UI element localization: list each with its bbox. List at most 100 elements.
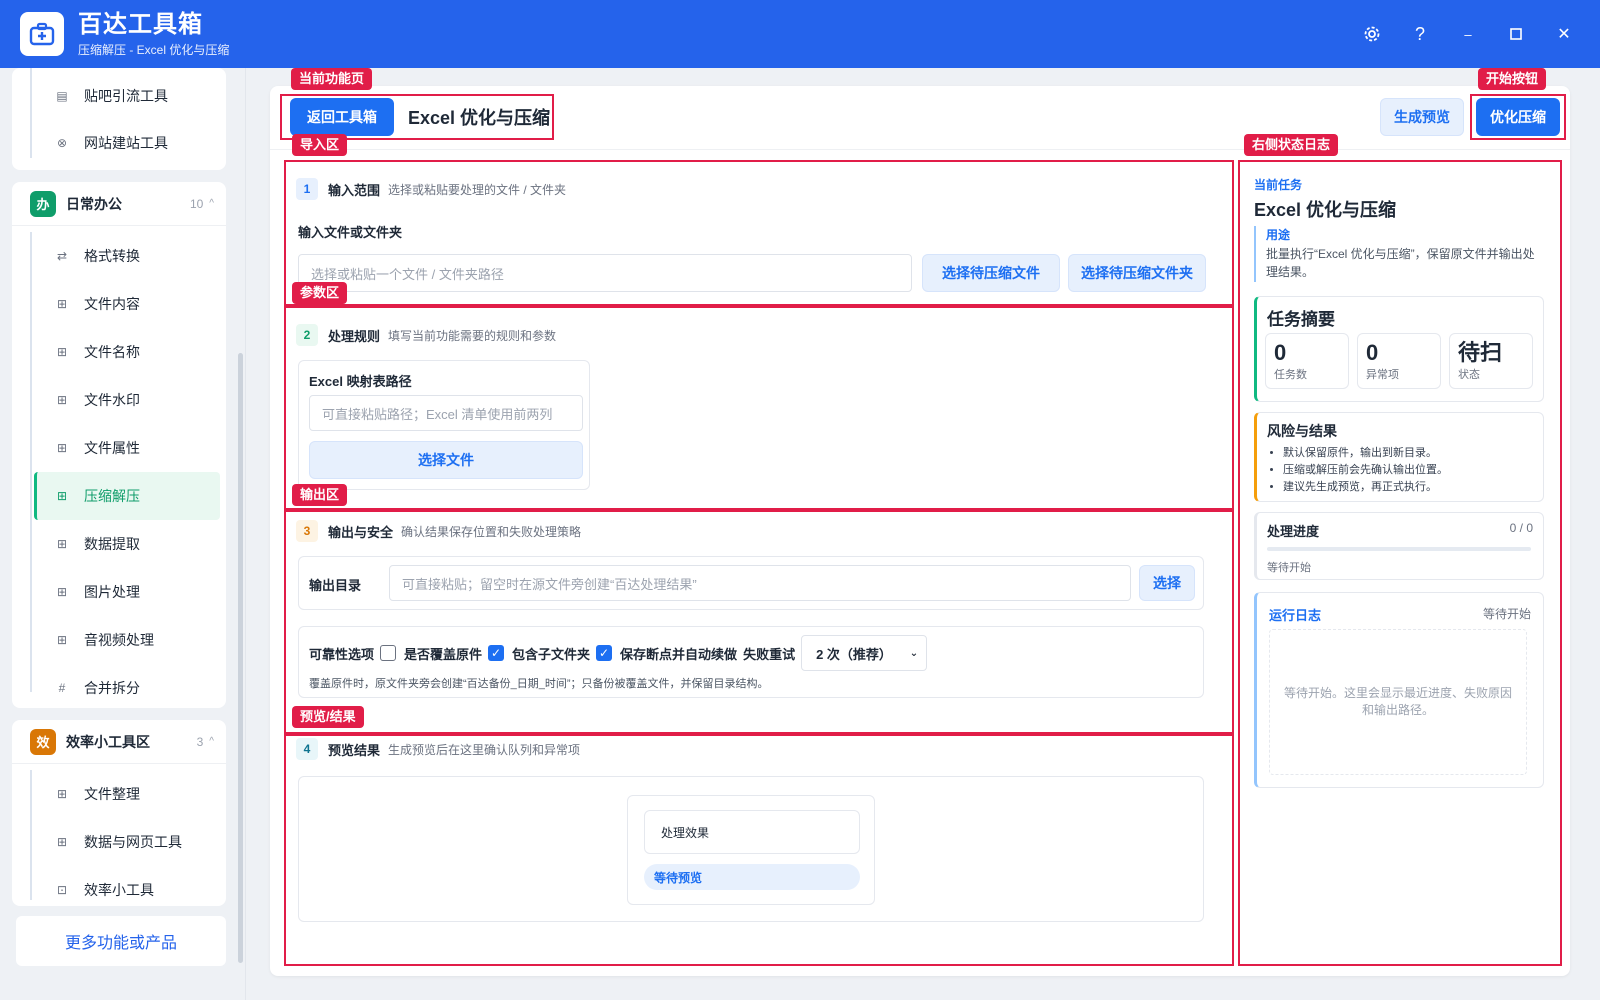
sidebar-item-format[interactable]: ⇄ 格式转换 [12,232,226,280]
sidebar-item-attributes[interactable]: ⊞ 文件属性 [12,424,226,472]
sidebar-item-label: 压缩解压 [84,488,140,504]
chevron-up-icon[interactable]: ^ [209,736,214,747]
sidebar-item-watermark[interactable]: ⊞ 文件水印 [12,376,226,424]
group-header-efficiency[interactable]: 效 效率小工具区 3 ^ [12,720,226,764]
sidebar-item-label: 数据提取 [84,536,140,552]
help-button[interactable]: ? [1396,10,1444,58]
document-icon: ▤ [56,89,68,103]
sidebar-item-label: 文件名称 [84,344,140,360]
chevron-down-icon: ⌄ [909,647,919,659]
output-dir-card: 输出目录 可直接粘贴；留空时在源文件旁创建“百达处理结果” 选择 [298,556,1204,610]
sidebar-item-label: 文件水印 [84,392,140,408]
grid-icon: ⊞ [56,835,68,849]
sidebar-item-extract[interactable]: ⊞ 数据提取 [12,520,226,568]
stat-value: 0 [1274,340,1287,365]
sidebar-item-website[interactable]: ⊗ 网站建站工具 [12,119,226,167]
generate-preview-button[interactable]: 生成预览 [1380,98,1464,136]
input-path-field[interactable]: 选择或粘贴一个文件 / 文件夹路径 [298,254,912,292]
reliability-card: 可靠性选项 是否覆盖原件 ✓ 包含子文件夹 ✓ 保存断点并自动续做 失败重试 2… [298,626,1204,698]
progress-title: 处理进度 [1267,524,1320,539]
group-header-office[interactable]: 办 日常办公 10 ^ [12,182,226,226]
preview-section: 4 预览结果 生成预览后在这里确认队列和异常项 处理效果 等待预览 [270,724,1204,950]
grid-icon: ⊞ [56,297,68,311]
annotation-status-log: 右侧状态日志 [1244,134,1339,156]
select-mapping-file-button[interactable]: 选择文件 [309,441,583,479]
mapping-card: Excel 映射表路径 可直接粘贴路径；Excel 清单使用前两列 选择文件 [298,360,590,490]
overwrite-checkbox[interactable] [380,645,397,661]
status-pill: 等待预览 [644,864,860,890]
sidebar-item-label: 数据与网页工具 [84,834,182,850]
section-title: 处理规则 [328,328,381,344]
effect-label: 处理效果 [644,810,860,854]
settings-gear-icon[interactable] [1348,10,1396,58]
output-dir-field[interactable]: 可直接粘贴；留空时在源文件旁创建“百达处理结果” [389,565,1131,601]
annotation-params-area: 参数区 [292,282,348,304]
maximize-button[interactable] [1492,10,1540,58]
stat-label: 任务数 [1274,369,1307,381]
purpose-block: 用途 批量执行“Excel 优化与压缩”，保留原文件并输出处理结果。 [1254,226,1544,282]
sidebar-item-image[interactable]: ⊞ 图片处理 [12,568,226,616]
input-field-label: 输入文件或文件夹 [298,225,403,240]
more-products-link[interactable]: 更多功能或产品 [16,916,226,966]
stat-value: 待扫 [1458,340,1503,365]
preview-result-card: 处理效果 等待预览 [298,776,1204,922]
mapping-field-label: Excel 映射表路径 [309,374,412,389]
grid-icon: ⊞ [56,787,68,801]
group-name: 效率小工具区 [66,733,150,750]
mapping-path-field[interactable]: 可直接粘贴路径；Excel 清单使用前两列 [309,395,583,431]
risk-item: 压缩或解压前会先确认输出位置。 [1283,462,1448,479]
start-optimize-button[interactable]: 优化压缩 [1476,98,1560,136]
subfolder-checkbox[interactable]: ✓ [488,645,505,661]
select-folder-button[interactable]: 选择待压缩文件夹 [1068,254,1206,292]
sidebar-item-content[interactable]: ⊞ 文件内容 [12,280,226,328]
sidebar-scrollbar[interactable] [238,353,243,963]
sidebar-item-label: 文件内容 [84,296,140,312]
back-to-toolbox-button[interactable]: 返回工具箱 [290,98,394,136]
chevron-up-icon[interactable]: ^ [209,198,214,209]
sidebar-item-filename[interactable]: ⊞ 文件名称 [12,328,226,376]
sidebar-item-organize[interactable]: ⊞ 文件整理 [12,770,226,818]
retry-label: 失败重试 [743,646,796,662]
app-title: 百达工具箱 [78,10,203,38]
risk-item: 默认保留原件，输出到新目录。 [1283,445,1448,462]
stat-tasks: 0 任务数 [1265,333,1349,389]
app-subtitle: 压缩解压 - Excel 优化与压缩 [78,42,230,57]
sidebar-item-tieba[interactable]: ▤ 贴吧引流工具 [12,72,226,120]
select-output-dir-button[interactable]: 选择 [1139,565,1195,601]
progress-bar [1267,547,1531,551]
select-files-button[interactable]: 选择待压缩文件 [922,254,1060,292]
swap-icon: ⇄ [56,249,68,263]
sidebar-item-dataweb[interactable]: ⊞ 数据与网页工具 [12,818,226,866]
section-desc: 生成预览后在这里确认队列和异常项 [388,742,581,757]
close-button[interactable]: ✕ [1540,10,1588,58]
section-number: 2 [296,324,318,346]
sidebar-item-compress[interactable]: ⊞ 压缩解压 [34,472,220,520]
sidebar-top-card: ▤ 贴吧引流工具 ⊗ 网站建站工具 [12,68,226,170]
hash-icon: # [58,681,66,695]
sidebar-item-label: 音视频处理 [84,632,154,648]
reliability-note: 覆盖原件时，原文件夹旁会创建“百达备份_日期_时间”；只备份被覆盖文件，并保留目… [309,678,769,690]
sidebar-item-merge[interactable]: # 合并拆分 [12,664,226,712]
section-title: 输出与安全 [328,524,394,540]
resume-checkbox[interactable]: ✓ [596,645,613,661]
retry-select[interactable]: 2 次（推荐） ⌄ [801,635,928,671]
stat-label: 状态 [1458,369,1480,381]
log-title: 运行日志 [1269,608,1322,623]
risk-title: 风险与结果 [1267,423,1337,439]
sidebar-item-tools[interactable]: ⊡ 效率小工具 [12,866,226,914]
sidebar: ▤ 贴吧引流工具 ⊗ 网站建站工具 办 日常办公 10 ^ ⇄ 格式转换 ⊞ 文件内… [0,68,246,1000]
stat-errors: 0 异常项 [1357,333,1441,389]
sidebar-item-media[interactable]: ⊞ 音视频处理 [12,616,226,664]
top-bar: 返回工具箱 Excel 优化与压缩 生成预览 优化压缩 [270,86,1570,150]
sidebar-item-label: 文件整理 [84,786,140,802]
toolbox-icon: ⊡ [56,883,68,897]
toolbox-logo-icon [20,12,64,56]
section-desc: 填写当前功能需要的规则和参数 [388,328,557,343]
minimize-button[interactable]: – [1444,10,1492,58]
section-number: 4 [296,738,318,760]
log-content: 等待开始。这里会显示最近进度、失败原因和输出路径。 [1269,629,1527,775]
resume-label: 保存断点并自动续做 [620,646,738,662]
task-title: Excel 优化与压缩 [1254,200,1397,220]
annotation-current-page: 当前功能页 [291,68,373,90]
progress-count: 0 / 0 [1509,521,1533,535]
